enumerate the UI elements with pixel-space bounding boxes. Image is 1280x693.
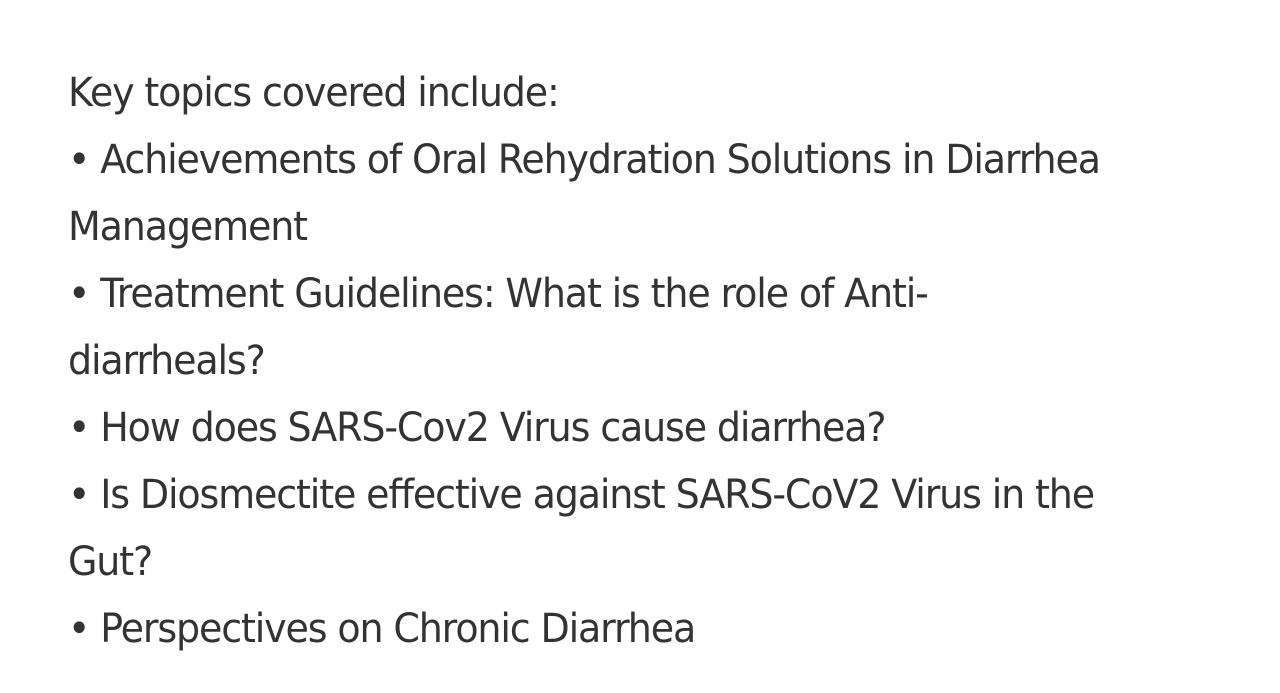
topic-item-2-line-2: diarrheals? bbox=[68, 338, 266, 384]
topic-item-4-line-2: Gut? bbox=[68, 539, 153, 585]
topics-text: Key topics covered include: • Achievemen… bbox=[68, 60, 1151, 663]
topic-item-2-line-1: • Treatment Guidelines: What is the role… bbox=[68, 271, 929, 317]
intro-text: Key topics covered include: bbox=[68, 70, 560, 116]
topic-item-3: • How does SARS-Cov2 Virus cause diarrhe… bbox=[68, 405, 887, 451]
topic-item-1-line-1: • Achievements of Oral Rehydration Solut… bbox=[68, 137, 1101, 183]
topic-item-1-line-2: Management bbox=[68, 204, 308, 250]
topic-item-5: • Perspectives on Chronic Diarrhea bbox=[68, 606, 696, 652]
topic-item-4-line-1: • Is Diosmectite effective against SARS-… bbox=[68, 472, 1095, 518]
